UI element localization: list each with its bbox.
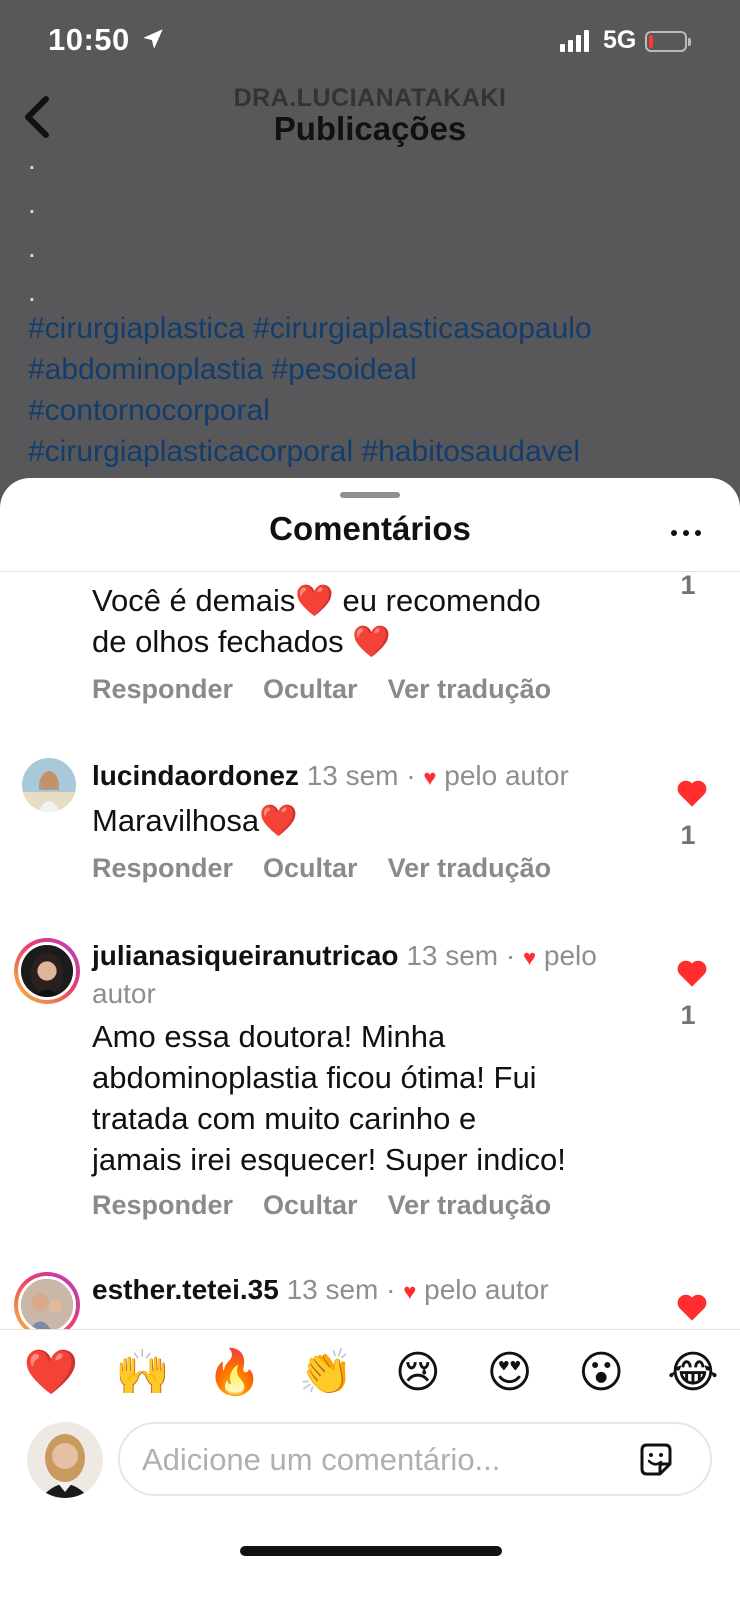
comment-time: 13 sem [406, 940, 499, 971]
heart-icon[interactable] [675, 958, 709, 988]
comment-time: 13 sem [286, 1274, 379, 1305]
network-label: 5G [603, 26, 637, 54]
reaction-fire[interactable]: 🔥 [205, 1344, 263, 1402]
comment-composer [0, 1418, 740, 1508]
sheet-title: Comentários [269, 510, 471, 547]
location-arrow-icon [143, 29, 163, 49]
like-count: 1 [680, 820, 696, 850]
hide-button[interactable]: Ocultar [263, 1190, 358, 1221]
status-bar: 10:50 5G [0, 0, 740, 86]
hashtag-line[interactable]: #abdominoplastia #pesoideal [28, 349, 728, 390]
reaction-raised-hands[interactable]: 🙌 [114, 1344, 172, 1402]
avatar[interactable] [14, 938, 80, 1004]
translate-button[interactable]: Ver tradução [388, 853, 552, 884]
signal-icon [560, 28, 589, 52]
heart-icon: ♥ [423, 765, 437, 790]
avatar[interactable] [14, 1272, 80, 1329]
hide-button[interactable]: Ocultar [263, 674, 358, 705]
header-username: DRA.LUCIANATAKAKI [233, 84, 507, 112]
reaction-heart[interactable]: ❤️ [22, 1344, 80, 1402]
like-count: 1 [680, 572, 696, 600]
sheet-grabber[interactable] [340, 492, 400, 498]
hashtag-line[interactable]: #contornocorporal [28, 390, 728, 431]
comment-actions: Responder Ocultar Ver tradução [92, 853, 551, 884]
comment-username[interactable]: esther.tetei.35 [92, 1274, 279, 1305]
reaction-heart-eyes[interactable]: 😍 [481, 1344, 539, 1402]
reaction-surprised[interactable]: 😮 [572, 1344, 630, 1402]
comment-list[interactable]: Você é demais❤️ eu recomendo de olhos fe… [0, 572, 740, 1329]
reply-button[interactable]: Responder [92, 853, 233, 884]
comment-text: Você é demais❤️ eu recomendo de olhos fe… [92, 583, 541, 659]
comments-sheet: Comentários Você é demais❤️ eu recomendo… [0, 478, 740, 1600]
avatar [27, 1422, 103, 1498]
hide-button[interactable]: Ocultar [263, 853, 358, 884]
reply-button[interactable]: Responder [92, 674, 233, 705]
heart-icon[interactable] [675, 1292, 709, 1322]
heart-icon: ♥ [403, 1279, 417, 1304]
comment-text: Maravilhosa❤️ [92, 803, 298, 838]
reply-button[interactable]: Responder [92, 1190, 233, 1221]
comment-meta: esther.tetei.35 13 sem · ♥ pelo autor [92, 1274, 549, 1305]
liked-by-author: pelo autor [444, 760, 569, 791]
comment-meta: lucindaordonez 13 sem · ♥ pelo autor [92, 760, 569, 791]
hashtag-line[interactable]: #cirurgiaplastica #cirurgiaplasticasaopa… [28, 308, 728, 349]
caption-dots: . . . . [28, 144, 36, 307]
divider [0, 1329, 740, 1330]
reaction-crying[interactable]: 😢 [389, 1344, 447, 1402]
translate-button[interactable]: Ver tradução [388, 674, 552, 705]
heart-icon[interactable] [675, 778, 709, 808]
sticker-icon[interactable] [636, 1440, 676, 1480]
quick-reactions: ❤️ 🙌 🔥 👏 😢 😍 😮 😂 [22, 1344, 722, 1402]
avatar[interactable] [22, 758, 76, 812]
comment-text: Amo essa doutora! Minha abdominoplastia … [92, 1019, 566, 1177]
comment-input[interactable] [142, 1438, 612, 1482]
comment-username[interactable]: julianasiqueiranutricao [92, 940, 399, 971]
comment-actions: Responder Ocultar Ver tradução [92, 674, 551, 705]
liked-by-author: pelo autor [424, 1274, 549, 1305]
like-count: 1 [680, 1000, 696, 1030]
page-title: Publicações [273, 110, 467, 147]
reaction-clap[interactable]: 👏 [297, 1344, 355, 1402]
comment-meta: julianasiqueiranutricao 13 sem · ♥ pelo … [92, 940, 597, 1009]
comment-time: 13 sem [306, 760, 399, 791]
heart-icon: ♥ [523, 945, 537, 970]
battery-icon [645, 31, 691, 52]
reaction-laughing[interactable]: 😂 [664, 1344, 722, 1402]
comment-username[interactable]: lucindaordonez [92, 760, 299, 791]
comment-input-wrapper [118, 1422, 712, 1496]
comment-actions: Responder Ocultar Ver tradução [92, 1190, 551, 1221]
hashtag-line[interactable]: #cirurgiaplasticacorporal #habitosaudave… [28, 431, 728, 472]
home-indicator[interactable] [240, 1546, 502, 1556]
caption-hashtags[interactable]: #cirurgiaplastica #cirurgiaplasticasaopa… [28, 308, 728, 472]
translate-button[interactable]: Ver tradução [388, 1190, 552, 1221]
more-icon[interactable] [670, 528, 702, 538]
status-time: 10:50 [48, 22, 130, 57]
